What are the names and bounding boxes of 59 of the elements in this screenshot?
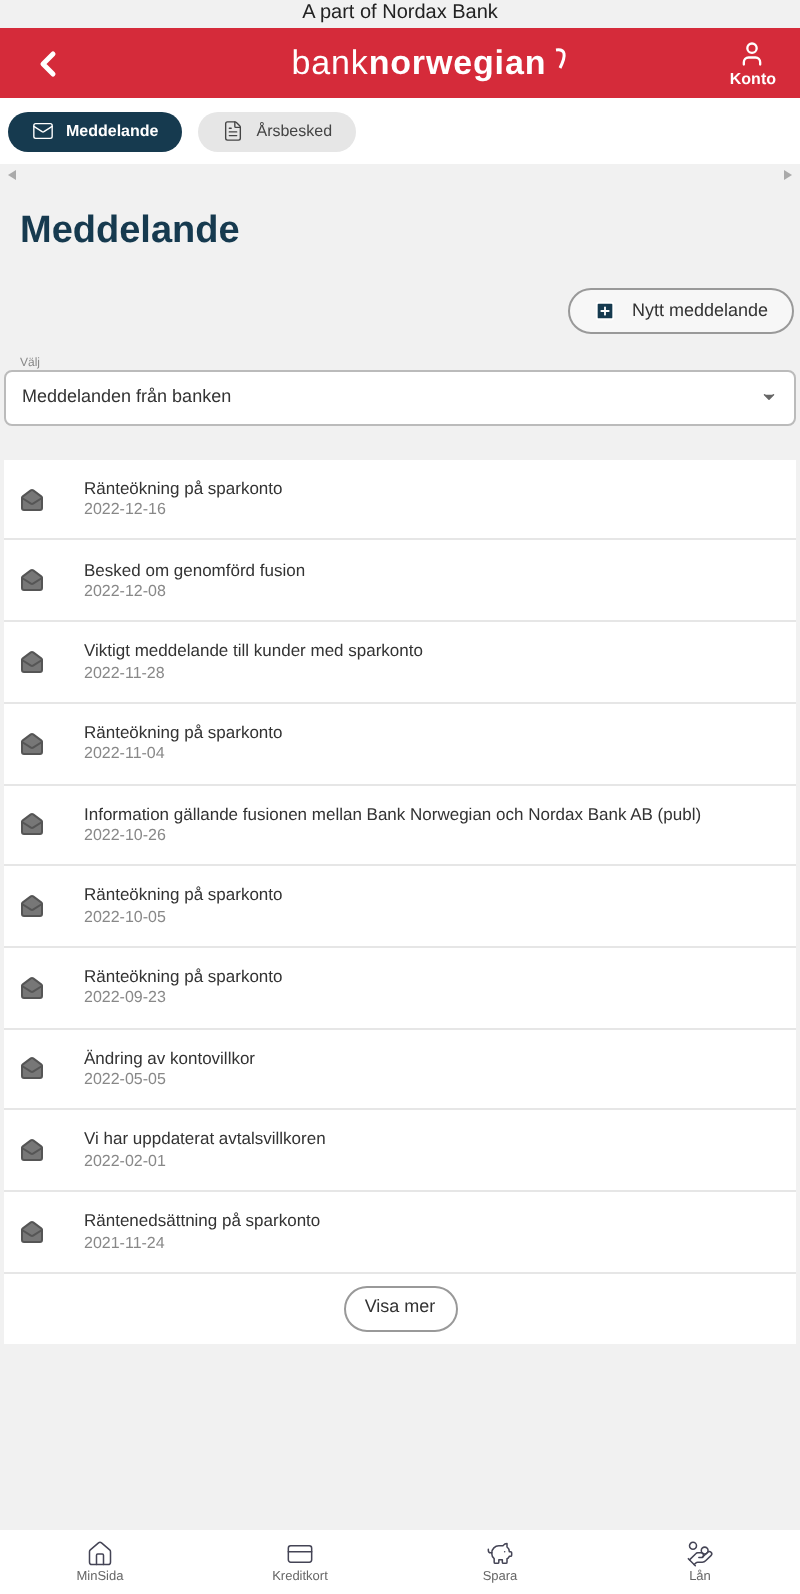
envelope-icon — [20, 649, 44, 674]
message-date: 2022-12-08 — [84, 584, 168, 601]
envelope-icon — [20, 1138, 44, 1163]
message-date: 2022-11-28 — [84, 665, 167, 682]
message-row[interactable]: Besked om genomförd fusion 2022-12-08 — [4, 540, 796, 623]
envelope-icon — [20, 568, 44, 593]
hand-coins-icon — [686, 1539, 714, 1568]
message-row[interactable]: Räntenedsättning på sparkonto 2021-11-24 — [4, 1191, 796, 1274]
message-row[interactable]: Ändring av kontovillkor 2022-05-05 — [4, 1029, 796, 1111]
message-title: Besked om genomförd fusion — [84, 561, 306, 579]
message-date: 2022-12-16 — [84, 502, 168, 519]
message-row[interactable]: Ränteökning på sparkonto 2022-12-16 — [4, 459, 796, 541]
envelope-icon — [20, 894, 44, 919]
envelope-icon — [20, 731, 44, 756]
show-more-button[interactable]: Visa mer — [343, 1285, 457, 1332]
scroll-right-icon[interactable] — [784, 169, 792, 179]
message-title: Ränteökning på sparkonto — [84, 886, 283, 904]
envelope-icon — [20, 1219, 44, 1244]
document-icon — [222, 120, 245, 142]
banner-text: A part of Nordax Bank — [302, 4, 498, 24]
message-title: Ränteökning på sparkonto — [84, 723, 283, 741]
message-row[interactable]: Vi har uppdaterat avtalsvillkoren 2022-02-01 — [4, 1110, 796, 1192]
message-date: 2021-11-24 — [84, 1235, 167, 1252]
envelope-icon — [20, 812, 44, 837]
message-title: Ränteökning på sparkonto — [84, 967, 283, 985]
message-row[interactable]: Ränteökning på sparkonto 2022-09-23 — [4, 947, 796, 1030]
mail-icon — [32, 120, 54, 142]
message-title: Information gällande fusionen mellan Bank Norwegian och Nordax Bank AB (publ) — [84, 805, 702, 823]
house-icon — [86, 1539, 114, 1568]
card-icon — [286, 1539, 314, 1568]
message-title: Viktigt meddelande till kunder med sparkonto — [84, 642, 423, 660]
tab[interactable]: Meddelande — [8, 111, 183, 151]
bank-logo: banknorwegian — [291, 46, 575, 80]
message-row[interactable]: Ränteökning på sparkonto 2022-11-04 — [4, 703, 796, 785]
tab[interactable]: Årsbesked — [198, 111, 357, 151]
message-row[interactable]: Viktigt meddelande till kunder med sparkonto 2022-11-28 — [4, 622, 796, 704]
new-message-button[interactable]: Nytt meddelande — [567, 287, 794, 334]
envelope-icon — [20, 975, 44, 1000]
page-title: Meddelande — [20, 208, 242, 256]
message-title: Räntenedsättning på sparkonto — [84, 1212, 321, 1230]
message-date: 2022-02-01 — [84, 1153, 168, 1170]
account-button[interactable]: Konto — [729, 39, 776, 87]
message-title: Vi har uppdaterat avtalsvillkoren — [84, 1130, 326, 1148]
message-date: 2022-10-26 — [84, 828, 168, 845]
filter-select[interactable]: Meddelanden från banken — [4, 369, 796, 426]
user-icon — [738, 39, 767, 67]
scroll-left-icon[interactable] — [8, 169, 16, 179]
message-title: Ändring av kontovillkor — [84, 1049, 256, 1067]
message-title: Ränteökning på sparkonto — [84, 479, 283, 497]
message-date: 2022-10-05 — [84, 909, 168, 926]
message-row[interactable]: Ränteökning på sparkonto 2022-10-05 — [4, 866, 796, 948]
plus-icon — [593, 299, 616, 322]
envelope-icon — [20, 1056, 44, 1081]
message-row[interactable]: Information gällande fusionen mellan Bank Norwegian och Nordax Bank AB (publ) 2022-10-26 — [4, 785, 796, 867]
message-date: 2022-09-23 — [84, 990, 168, 1007]
envelope-icon — [20, 487, 44, 512]
message-date: 2022-05-05 — [84, 1072, 168, 1089]
piggy-bank-icon — [486, 1539, 514, 1568]
message-date: 2022-11-04 — [84, 746, 167, 763]
